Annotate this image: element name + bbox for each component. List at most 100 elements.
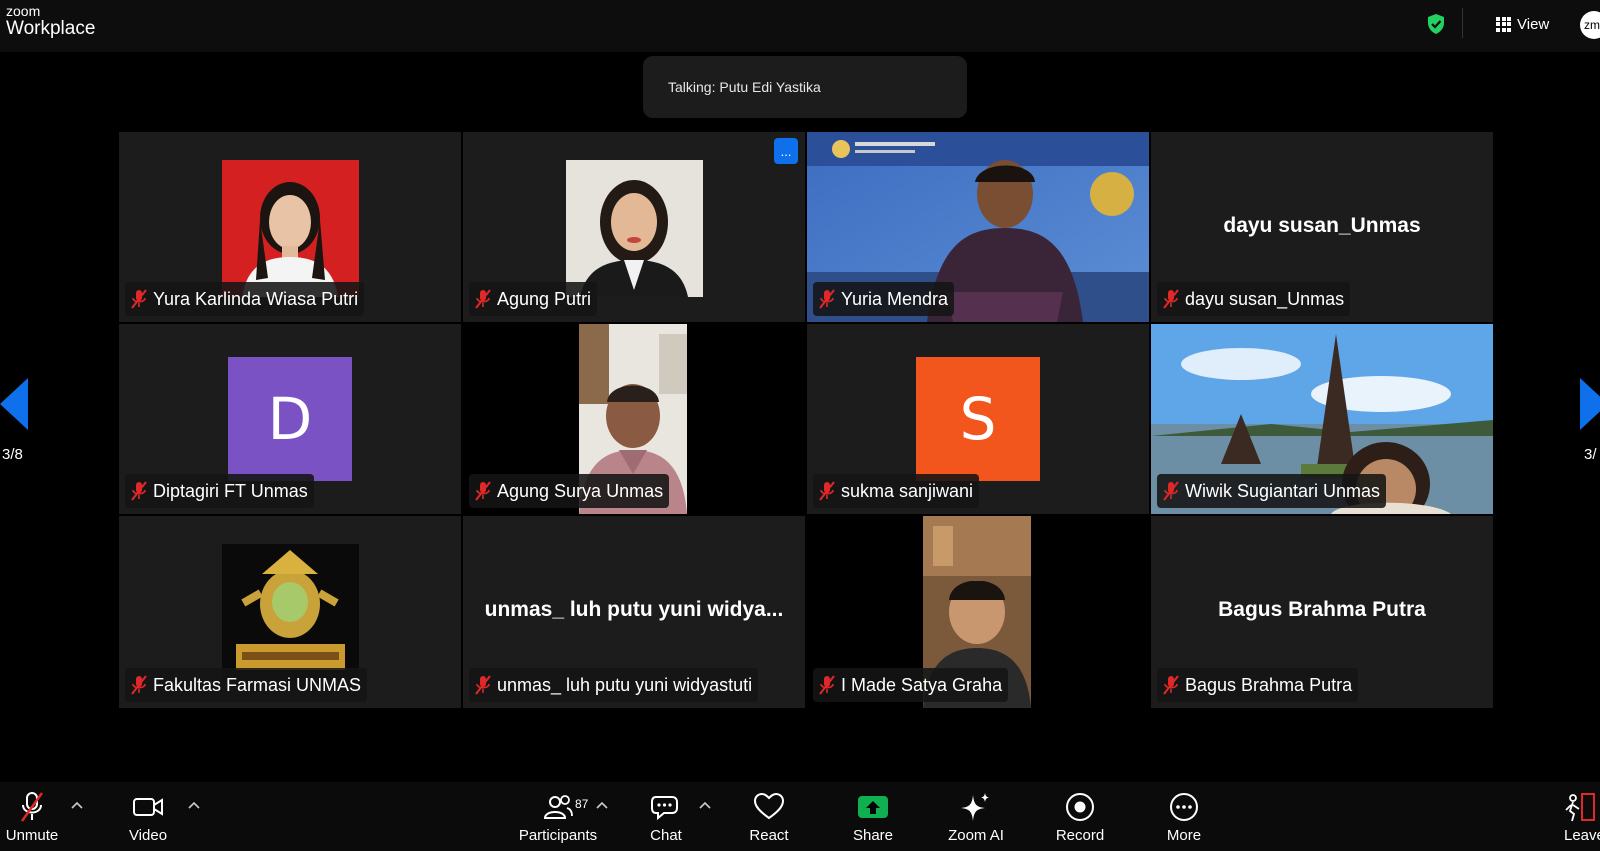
participant-name-tag: Wiwik Sugiantari Unmas	[1157, 474, 1387, 508]
react-label: React	[749, 827, 789, 844]
video-options-caret-icon[interactable]	[187, 800, 201, 810]
participant-name: sukma sanjiwani	[841, 480, 974, 501]
next-page-arrow-icon[interactable]	[1578, 378, 1600, 430]
participant-avatar: S	[916, 357, 1040, 481]
participant-tile[interactable]: Bagus Brahma Putra Bagus Brahma Putra	[1151, 516, 1493, 708]
participant-tile[interactable]: S sukma sanjiwani	[807, 324, 1149, 514]
titlebar-divider	[1462, 8, 1463, 38]
participant-name-tag: Bagus Brahma Putra	[1157, 668, 1359, 702]
participant-name-tag: Diptagiri FT Unmas	[125, 474, 314, 508]
participant-tile[interactable]: dayu susan_Unmas dayu susan_Unmas	[1151, 132, 1493, 322]
participants-icon	[543, 795, 573, 819]
participants-label: Participants	[518, 827, 598, 844]
audio-options-caret-icon[interactable]	[70, 800, 84, 810]
participant-name: dayu susan_Unmas	[1185, 288, 1345, 309]
participant-video	[222, 160, 359, 297]
muted-mic-icon	[475, 289, 491, 309]
participants-options-caret-icon[interactable]	[595, 800, 609, 810]
tile-more-options-button[interactable]: ...	[774, 138, 798, 164]
participants-button[interactable]: Participants	[512, 782, 604, 851]
muted-mic-icon	[131, 675, 147, 695]
muted-mic-icon	[1163, 481, 1179, 501]
record-button[interactable]: Record	[1050, 782, 1110, 851]
participant-name-tag: dayu susan_Unmas	[1157, 282, 1351, 316]
participant-name-tag: Agung Putri	[469, 282, 598, 316]
participant-name: Wiwik Sugiantari Unmas	[1185, 480, 1381, 501]
participant-tile[interactable]: Yuria Mendra	[807, 132, 1149, 322]
page-indicator-right: 3/	[1584, 446, 1597, 463]
participant-name: Yuria Mendra	[841, 288, 949, 309]
share-label: Share	[852, 827, 894, 844]
brand-big-text: Workplace	[6, 18, 96, 39]
participant-name-tag: Fakultas Farmasi UNMAS	[125, 668, 368, 702]
participant-name: Yura Karlinda Wiasa Putri	[153, 288, 359, 309]
share-button[interactable]: Share	[843, 782, 903, 851]
participant-name: Fakultas Farmasi UNMAS	[153, 674, 362, 695]
leave-door-icon	[1565, 793, 1595, 822]
participant-name-tag: Yuria Mendra	[813, 282, 955, 316]
security-shield-icon[interactable]	[1426, 13, 1446, 35]
muted-mic-icon	[1163, 675, 1179, 695]
participant-name: Agung Surya Unmas	[497, 480, 664, 501]
leave-label: Leave	[1564, 827, 1600, 844]
participant-name: unmas_ luh putu yuni widyastuti	[497, 674, 753, 695]
record-label: Record	[1055, 827, 1105, 844]
muted-mic-icon	[131, 481, 147, 501]
participant-name-tag: sukma sanjiwani	[813, 474, 980, 508]
zoom-ai-button[interactable]: Zoom AI	[941, 782, 1011, 851]
muted-mic-icon	[131, 289, 147, 309]
participant-tile[interactable]: unmas_ luh putu yuni widya... unmas_ luh…	[463, 516, 805, 708]
video-grid: Yura Karlinda Wiasa Putri ... Agung Putr…	[119, 132, 1493, 708]
view-button[interactable]: View	[1496, 12, 1549, 36]
more-label: More	[1166, 827, 1202, 844]
participant-name-tag: Yura Karlinda Wiasa Putri	[125, 282, 365, 316]
leave-button[interactable]: Leave	[1560, 782, 1600, 851]
app-brand: zoom Workplace	[6, 4, 95, 38]
participant-tile[interactable]: ... Agung Putri	[463, 132, 805, 322]
account-avatar[interactable]: zm	[1580, 11, 1600, 39]
muted-mic-icon	[1163, 289, 1179, 309]
chat-button[interactable]: Chat	[636, 782, 696, 851]
video-camera-icon	[133, 798, 163, 816]
participant-name-tag: I Made Satya Graha	[813, 668, 1009, 702]
react-button[interactable]: React	[739, 782, 799, 851]
participant-name-tag: unmas_ luh putu yuni widyastuti	[469, 668, 759, 702]
participant-tile[interactable]: Agung Surya Unmas	[463, 324, 805, 514]
participant-name: I Made Satya Graha	[841, 674, 1003, 695]
zoom-ai-label: Zoom AI	[948, 827, 1004, 844]
brand-small-text: zoom	[6, 3, 41, 19]
participant-tile[interactable]: I Made Satya Graha	[807, 516, 1149, 708]
video-button[interactable]: Video	[118, 782, 178, 851]
more-button[interactable]: More	[1154, 782, 1214, 851]
chat-options-caret-icon[interactable]	[698, 800, 712, 810]
muted-mic-icon	[819, 481, 835, 501]
participant-name: Agung Putri	[497, 288, 592, 309]
participant-name: Diptagiri FT Unmas	[153, 480, 308, 501]
unmute-button[interactable]: Unmute	[2, 782, 62, 851]
muted-mic-icon	[819, 675, 835, 695]
participant-name-tag: Agung Surya Unmas	[469, 474, 670, 508]
grid-view-icon	[1496, 16, 1511, 32]
participant-tile[interactable]: Fakultas Farmasi UNMAS	[119, 516, 461, 708]
participant-avatar: D	[228, 357, 352, 481]
share-screen-icon	[858, 796, 888, 818]
participant-tile[interactable]: Yura Karlinda Wiasa Putri	[119, 132, 461, 322]
participant-display-name: dayu susan_Unmas	[1223, 214, 1421, 237]
participant-display-name: Bagus Brahma Putra	[1218, 598, 1426, 621]
participant-tile[interactable]: D Diptagiri FT Unmas	[119, 324, 461, 514]
participant-name: Bagus Brahma Putra	[1185, 674, 1353, 695]
talking-indicator: Talking: Putu Edi Yastika	[643, 56, 967, 118]
previous-page-arrow-icon[interactable]	[0, 378, 30, 430]
participant-display-name: unmas_ luh putu yuni widya...	[484, 598, 784, 621]
title-bar: zoom Workplace View zm	[0, 0, 1600, 52]
view-label: View	[1517, 15, 1550, 33]
heart-icon	[753, 792, 785, 820]
muted-mic-icon	[475, 481, 491, 501]
chat-bubble-icon	[651, 796, 678, 821]
page-indicator-left: 3/8	[2, 446, 23, 463]
participant-video	[222, 544, 359, 681]
record-icon	[1066, 793, 1094, 821]
sparkle-ai-icon	[961, 793, 989, 821]
participant-tile[interactable]: Wiwik Sugiantari Unmas	[1151, 324, 1493, 514]
video-label: Video	[128, 827, 168, 844]
